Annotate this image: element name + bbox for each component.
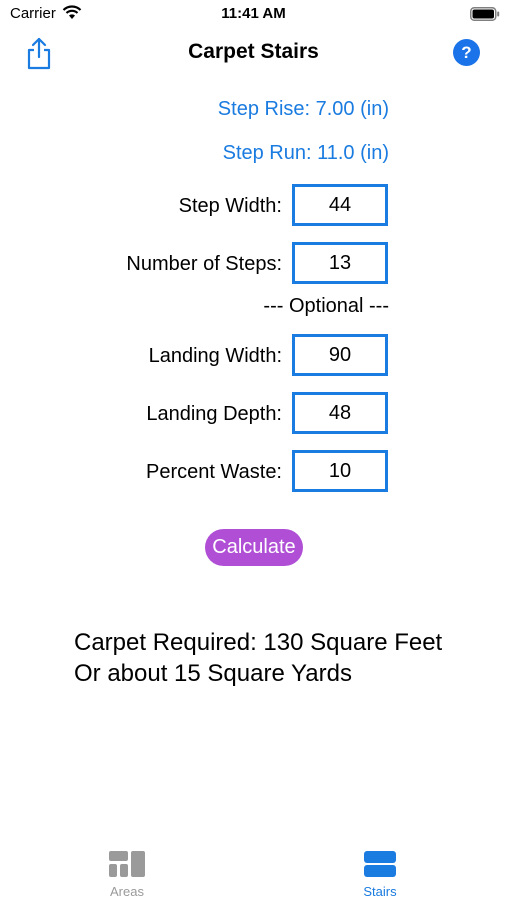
percent-waste-field[interactable] <box>292 450 388 492</box>
screen: Carrier 11:41 AM Carpet Stairs ? Step Ri… <box>0 0 507 900</box>
tab-bar: Areas Stairs <box>0 838 507 900</box>
landing-depth-field[interactable] <box>292 392 388 434</box>
landing-depth-label: Landing Depth: <box>146 403 282 425</box>
result-square-yards: Or about 15 Square Yards <box>74 660 352 687</box>
optional-section-label: --- Optional --- <box>263 295 389 317</box>
help-button[interactable]: ? <box>453 39 480 66</box>
landing-width-label: Landing Width: <box>148 345 282 367</box>
tab-stairs[interactable]: Stairs <box>320 838 440 900</box>
grid-icon <box>109 851 145 877</box>
tab-areas[interactable]: Areas <box>67 838 187 900</box>
calculate-button[interactable]: Calculate <box>205 529 303 566</box>
status-time: 11:41 AM <box>221 5 286 22</box>
step-rise-link[interactable]: Step Rise: 7.00 (in) <box>218 98 389 121</box>
step-width-label: Step Width: <box>178 195 282 217</box>
status-bar: Carrier 11:41 AM <box>0 0 507 28</box>
battery-icon <box>470 7 500 21</box>
tab-stairs-label: Stairs <box>363 884 397 899</box>
number-of-steps-label: Number of Steps: <box>126 253 282 275</box>
result-square-feet: Carpet Required: 130 Square Feet <box>74 629 443 656</box>
tab-areas-label: Areas <box>110 884 144 899</box>
page-title: Carpet Stairs <box>188 40 319 63</box>
number-of-steps-field[interactable] <box>292 242 388 284</box>
stairs-icon <box>364 851 396 877</box>
step-run-link[interactable]: Step Run: 11.0 (in) <box>223 142 389 165</box>
step-width-field[interactable] <box>292 184 388 226</box>
percent-waste-label: Percent Waste: <box>146 461 282 483</box>
landing-width-field[interactable] <box>292 334 388 376</box>
nav-bar: Carpet Stairs ? <box>0 28 507 78</box>
